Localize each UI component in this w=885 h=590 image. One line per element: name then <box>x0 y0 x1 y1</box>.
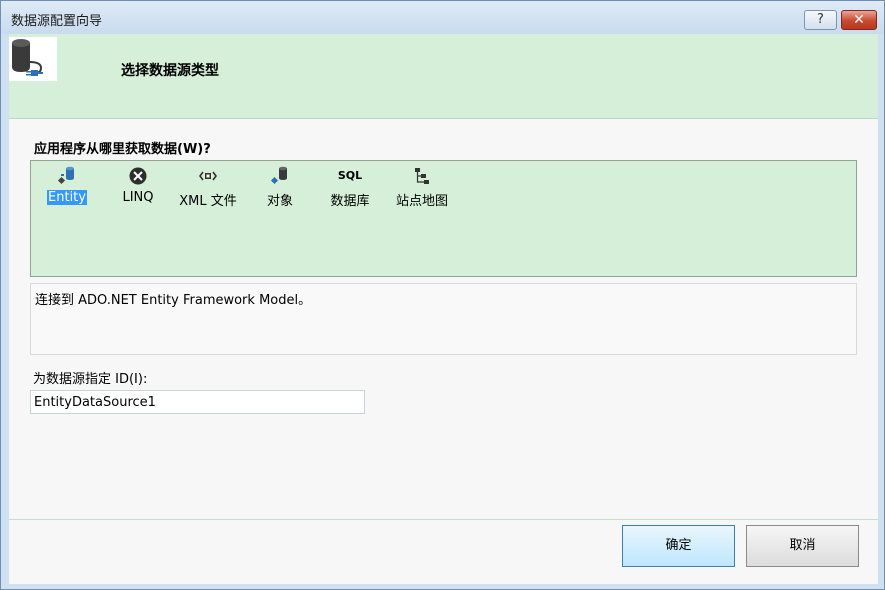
dialog-client: 选择数据源类型 应用程序从哪里获取数据(W)? Entity LINQ XML … <box>9 34 878 584</box>
source-item-linq[interactable]: LINQ <box>111 163 165 209</box>
source-prompt: 应用程序从哪里获取数据(W)? <box>34 142 211 157</box>
object-icon <box>270 166 290 186</box>
cancel-button[interactable]: 取消 <box>746 525 859 567</box>
window-title: 数据源配置向导 <box>11 14 103 29</box>
database-connect-icon <box>9 37 57 81</box>
source-item-entity[interactable]: Entity <box>37 163 97 209</box>
source-item-xml-file[interactable]: XML 文件 <box>175 163 241 209</box>
entity-icon <box>57 166 77 186</box>
id-field-label: 为数据源指定 ID(I): <box>33 372 148 387</box>
ok-button[interactable]: 确定 <box>622 525 735 567</box>
dialog-window: 数据源配置向导 ? ✕ 选择数据源类型 应用程序从哪里获取数据(W)? Enti… <box>0 0 885 590</box>
source-item-label: 数据库 <box>330 194 370 209</box>
site-map-icon <box>412 166 432 186</box>
source-item-label: 对象 <box>266 194 293 209</box>
datasource-id-input[interactable] <box>30 390 365 414</box>
source-item-site-map[interactable]: 站点地图 <box>389 163 455 209</box>
close-button[interactable]: ✕ <box>841 10 877 30</box>
source-item-label: 站点地图 <box>395 194 448 209</box>
source-item-label: LINQ <box>122 190 154 205</box>
sql-database-icon: SQL <box>337 169 363 182</box>
header-title: 选择数据源类型 <box>121 63 219 79</box>
help-button[interactable]: ? <box>804 10 837 30</box>
footer-separator <box>9 519 878 520</box>
wizard-header: 选择数据源类型 <box>9 34 878 119</box>
source-item-label: Entity <box>47 190 87 205</box>
title-bar[interactable]: 数据源配置向导 ? ✕ <box>1 1 884 34</box>
source-item-database[interactable]: SQL 数据库 <box>321 163 379 209</box>
xml-file-icon <box>198 166 218 186</box>
linq-icon <box>128 166 148 186</box>
source-item-object[interactable]: 对象 <box>251 163 309 209</box>
source-type-list[interactable]: Entity LINQ XML 文件 对象 SQL 数据库 站点地图 <box>30 160 857 277</box>
source-item-label: XML 文件 <box>179 194 237 209</box>
source-description: 连接到 ADO.NET Entity Framework Model。 <box>30 283 857 355</box>
